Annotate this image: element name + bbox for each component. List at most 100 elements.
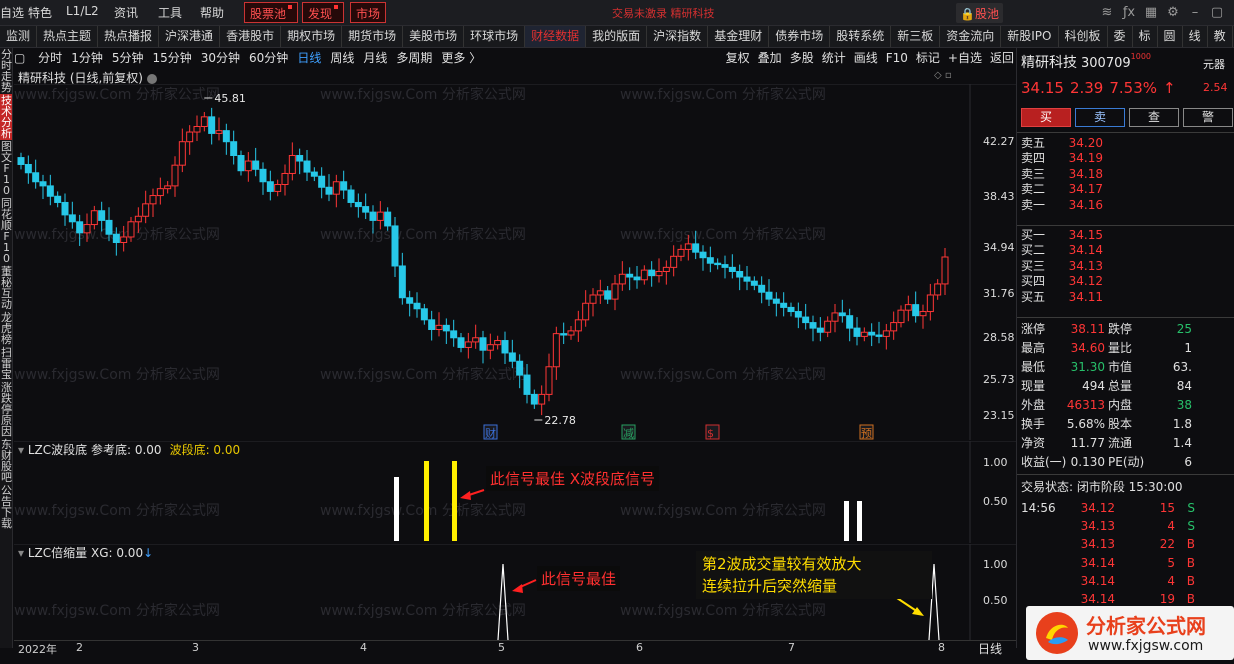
candle[interactable]: [76, 214, 84, 246]
candle[interactable]: [149, 188, 157, 217]
candle[interactable]: [274, 179, 282, 197]
period-tab-4[interactable]: 30分钟: [201, 48, 240, 68]
chart-action-2[interactable]: 多股: [790, 48, 814, 68]
candle[interactable]: [472, 324, 480, 349]
period-tab-5[interactable]: 60分钟: [249, 48, 288, 68]
period-tab-3[interactable]: 15分钟: [152, 48, 191, 68]
candle[interactable]: [281, 164, 289, 196]
event-marker[interactable]: 财: [483, 424, 498, 440]
candle[interactable]: [384, 207, 392, 231]
period-tab-9[interactable]: 多周期: [396, 48, 432, 68]
left-tab-0[interactable]: 分时走势: [0, 48, 12, 94]
left-tab-6[interactable]: 扫雷宝: [0, 346, 12, 381]
candlestick-chart[interactable]: 45.81 22.78 财 减 $ 预: [14, 84, 1016, 440]
candle[interactable]: [17, 152, 25, 170]
candle[interactable]: [171, 156, 179, 197]
left-tab-1[interactable]: 技术分析: [0, 94, 12, 140]
candle[interactable]: [934, 279, 942, 300]
candle[interactable]: [567, 326, 575, 340]
nav-tab-5[interactable]: 期权市场: [281, 26, 343, 47]
menu-l1l2[interactable]: L1/L2: [66, 4, 99, 18]
news-ticker[interactable]: 交易未激录 精研科技: [612, 5, 715, 21]
candle[interactable]: [318, 167, 326, 199]
candle[interactable]: [406, 290, 414, 317]
candle[interactable]: [230, 130, 238, 165]
market-button[interactable]: 市场: [350, 2, 387, 23]
candle[interactable]: [897, 305, 905, 328]
nav-tab-22[interactable]: 线: [1183, 26, 1208, 47]
candle[interactable]: [926, 283, 934, 321]
candle[interactable]: [670, 245, 678, 277]
signal-bar[interactable]: [452, 461, 457, 541]
candle[interactable]: [596, 279, 604, 304]
candle[interactable]: [684, 234, 692, 261]
candle[interactable]: [530, 389, 538, 409]
candle[interactable]: [252, 147, 260, 177]
candle[interactable]: [780, 292, 788, 317]
candle[interactable]: [310, 167, 318, 182]
candle[interactable]: [662, 260, 670, 285]
candle[interactable]: [120, 225, 128, 252]
candle[interactable]: [626, 267, 634, 291]
candle[interactable]: [655, 258, 663, 283]
sector-label[interactable]: 元器: [1203, 56, 1225, 72]
candle[interactable]: [743, 265, 751, 291]
candle[interactable]: [765, 279, 773, 307]
period-tab-6[interactable]: 日线: [297, 48, 321, 68]
candle[interactable]: [398, 252, 406, 305]
chart-action-6[interactable]: 标记: [916, 48, 940, 68]
candle[interactable]: [772, 292, 780, 317]
order-book-row[interactable]: 买二 34.14: [1021, 243, 1233, 258]
candle[interactable]: [156, 177, 164, 205]
nav-tab-18[interactable]: 科创板: [1059, 26, 1108, 47]
candle[interactable]: [714, 258, 722, 270]
order-book-row[interactable]: 买一 34.15: [1021, 228, 1233, 243]
nav-tab-11[interactable]: 沪深指数: [647, 26, 709, 47]
nav-tab-20[interactable]: 标: [1133, 26, 1158, 47]
period-tab-7[interactable]: 周线: [330, 48, 354, 68]
nav-tab-15[interactable]: 新三板: [891, 26, 941, 47]
nav-tab-7[interactable]: 美股市场: [403, 26, 465, 47]
candle[interactable]: [90, 205, 98, 230]
candle[interactable]: [296, 148, 304, 175]
nav-tab-8[interactable]: 环球市场: [464, 26, 526, 47]
candle[interactable]: [340, 170, 348, 200]
candle[interactable]: [501, 331, 509, 365]
candle[interactable]: [98, 201, 106, 232]
candle[interactable]: [574, 310, 582, 342]
candle[interactable]: [428, 310, 436, 341]
nav-tab-12[interactable]: 基金理财: [708, 26, 770, 47]
chart-action-7[interactable]: +自选: [948, 48, 982, 68]
candle[interactable]: [266, 170, 274, 201]
candle[interactable]: [904, 295, 912, 322]
candle[interactable]: [545, 353, 553, 402]
candle[interactable]: [186, 125, 194, 155]
menu-tools[interactable]: 工具: [158, 4, 182, 21]
chart-action-8[interactable]: 返回: [990, 48, 1014, 68]
candle[interactable]: [560, 322, 568, 344]
event-marker[interactable]: 减: [621, 424, 636, 440]
candle[interactable]: [860, 327, 868, 342]
candle[interactable]: [457, 332, 465, 353]
sell-button[interactable]: 卖: [1075, 108, 1125, 127]
candle[interactable]: [288, 142, 296, 181]
candle[interactable]: [200, 112, 208, 132]
candle[interactable]: [611, 274, 619, 311]
candle[interactable]: [831, 303, 839, 333]
candle[interactable]: [824, 316, 832, 338]
signal-bar[interactable]: [424, 461, 429, 541]
query-button[interactable]: 查: [1129, 108, 1179, 127]
candle[interactable]: [164, 181, 172, 194]
candle[interactable]: [193, 115, 201, 142]
left-tab-2[interactable]: 图文F10: [0, 140, 12, 197]
candle[interactable]: [633, 265, 641, 289]
candle[interactable]: [354, 193, 362, 218]
candle[interactable]: [787, 302, 795, 317]
candle[interactable]: [142, 190, 150, 224]
left-tab-3[interactable]: 同花顺F10: [0, 197, 12, 265]
candle[interactable]: [890, 311, 898, 340]
signal-bar[interactable]: [394, 477, 399, 541]
candle[interactable]: [582, 290, 590, 327]
menu-news[interactable]: 资讯: [114, 4, 138, 21]
candle[interactable]: [46, 174, 54, 206]
